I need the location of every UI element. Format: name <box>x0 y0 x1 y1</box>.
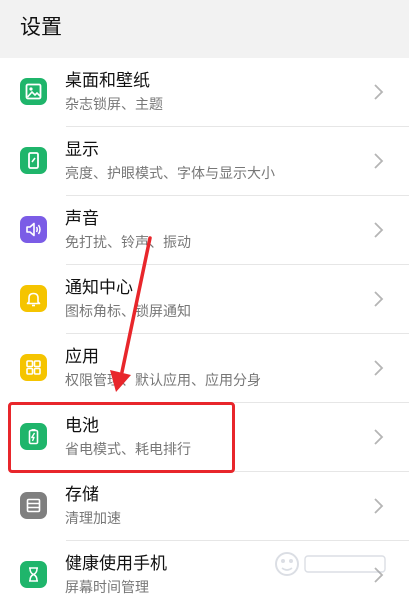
settings-item-title: 健康使用手机 <box>65 554 167 574</box>
settings-item-storage[interactable]: 存储 清理加速 <box>0 472 409 541</box>
settings-item-title: 应用 <box>65 347 99 367</box>
apps-grid-icon <box>20 354 47 381</box>
chevron-right-icon <box>374 498 384 514</box>
settings-list: 桌面和壁纸 杂志锁屏、主题 显示 亮度、护眼模式、字体与显示大小 声音 免打扰、… <box>0 58 409 610</box>
settings-item-title: 桌面和壁纸 <box>65 71 150 91</box>
settings-item-notifications[interactable]: 通知中心 图标角标、锁屏通知 <box>0 265 409 334</box>
settings-item-subtitle: 省电模式、耗电排行 <box>65 442 191 458</box>
speaker-icon <box>20 216 47 243</box>
chevron-right-icon <box>374 84 384 100</box>
settings-item-subtitle: 免打扰、铃声、振动 <box>65 235 191 251</box>
settings-item-subtitle: 权限管理、默认应用、应用分身 <box>65 373 261 389</box>
settings-item-subtitle: 杂志锁屏、主题 <box>65 97 163 113</box>
settings-item-subtitle: 亮度、护眼模式、字体与显示大小 <box>65 166 275 182</box>
settings-item-display[interactable]: 显示 亮度、护眼模式、字体与显示大小 <box>0 127 409 196</box>
image-icon <box>20 78 47 105</box>
settings-item-wallpaper[interactable]: 桌面和壁纸 杂志锁屏、主题 <box>0 58 409 127</box>
chevron-right-icon <box>374 222 384 238</box>
settings-item-title: 存储 <box>65 485 99 505</box>
display-icon <box>20 147 47 174</box>
settings-item-sound[interactable]: 声音 免打扰、铃声、振动 <box>0 196 409 265</box>
hourglass-icon <box>20 561 47 588</box>
settings-item-subtitle: 图标角标、锁屏通知 <box>65 304 191 320</box>
settings-item-title: 显示 <box>65 140 99 160</box>
chevron-right-icon <box>374 291 384 307</box>
settings-item-battery[interactable]: 电池 省电模式、耗电排行 <box>0 403 409 472</box>
chevron-right-icon <box>374 360 384 376</box>
settings-item-title: 电池 <box>65 416 99 436</box>
settings-item-digital-balance[interactable]: 健康使用手机 屏幕时间管理 <box>0 541 409 610</box>
storage-icon <box>20 492 47 519</box>
settings-item-subtitle: 屏幕时间管理 <box>65 580 149 596</box>
settings-item-subtitle: 清理加速 <box>65 511 121 527</box>
page-title: 设置 <box>20 15 62 39</box>
settings-item-apps[interactable]: 应用 权限管理、默认应用、应用分身 <box>0 334 409 403</box>
chevron-right-icon <box>374 567 384 583</box>
bell-icon <box>20 285 47 312</box>
settings-item-title: 声音 <box>65 209 99 229</box>
battery-icon <box>20 423 47 450</box>
settings-item-title: 通知中心 <box>65 278 133 298</box>
chevron-right-icon <box>374 429 384 445</box>
chevron-right-icon <box>374 153 384 169</box>
app-header: 设置 <box>0 0 409 56</box>
